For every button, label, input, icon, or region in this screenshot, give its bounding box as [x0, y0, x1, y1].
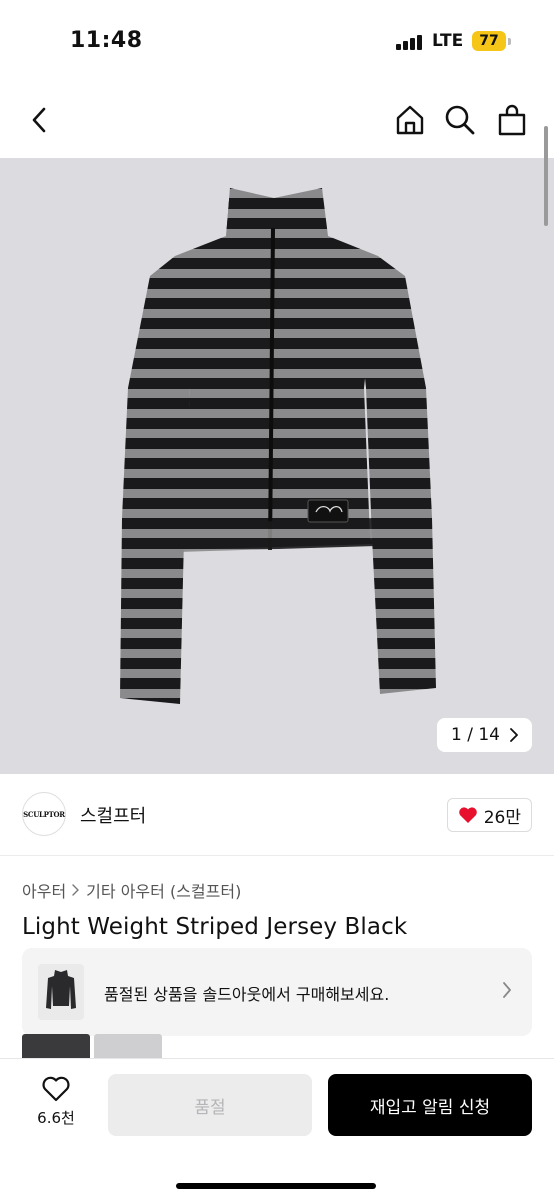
chevron-right-icon — [72, 884, 79, 896]
product-image-gallery[interactable]: 1 / 14 — [0, 158, 554, 774]
shopping-bag-icon — [498, 104, 526, 136]
battery-tip — [508, 38, 511, 45]
network-label: LTE — [432, 31, 464, 51]
brand-like-button[interactable]: 26만 — [446, 798, 532, 832]
status-time: 11:48 — [70, 28, 143, 53]
chevron-right-icon — [510, 728, 518, 742]
search-button[interactable] — [440, 100, 480, 140]
brand-like-count: 26만 — [483, 807, 521, 828]
soldout-banner[interactable]: 품절된 상품을 솔드아웃에서 구매해보세요. — [22, 948, 532, 1036]
wishlist-count: 6.6천 — [37, 1109, 75, 1127]
breadcrumb-item-category[interactable]: 아우터 — [22, 878, 66, 902]
chevron-left-icon — [32, 107, 46, 133]
home-button[interactable] — [390, 100, 430, 140]
scrollbar[interactable] — [544, 126, 548, 226]
status-bar: 11:48 LTE 77 — [0, 0, 554, 84]
thumbnail-black[interactable] — [22, 1034, 90, 1058]
soldout-button: 품절 — [108, 1074, 312, 1136]
cart-button[interactable] — [492, 100, 532, 140]
brand-name[interactable]: 스컬프터 — [80, 802, 146, 828]
back-button[interactable] — [20, 100, 60, 140]
color-thumbnails — [22, 1034, 162, 1058]
home-indicator — [176, 1183, 376, 1189]
product-title: Light Weight Striped Jersey Black — [22, 914, 408, 940]
wishlist-button[interactable]: 6.6천 — [22, 1075, 90, 1137]
chevron-right-icon — [503, 982, 511, 998]
home-icon — [396, 105, 424, 135]
banner-thumbnail — [38, 964, 84, 1020]
battery-icon: 77 — [472, 31, 506, 51]
top-navigation — [0, 84, 554, 158]
heart-outline-icon — [42, 1076, 70, 1102]
brand-logo-text: SCULPTOR — [23, 809, 65, 819]
brand-row[interactable]: SCULPTOR 스컬프터 26만 — [0, 774, 554, 856]
breadcrumb: 아우터 기타 아우터 (스컬프터) — [22, 878, 241, 902]
image-counter[interactable]: 1 / 14 — [437, 718, 532, 752]
search-icon — [445, 105, 475, 135]
restock-alert-button[interactable]: 재입고 알림 신청 — [328, 1074, 532, 1136]
bottom-action-bar: 6.6천 품절 재입고 알림 신청 — [0, 1058, 554, 1200]
soldout-banner-text: 품절된 상품을 솔드아웃에서 구매해보세요. — [104, 985, 390, 1004]
heart-icon — [458, 807, 477, 823]
breadcrumb-item-subcategory[interactable]: 기타 아우터 (스컬프터) — [86, 878, 241, 902]
product-image — [120, 188, 436, 704]
brand-logo[interactable]: SCULPTOR — [22, 792, 66, 836]
signal-icon — [396, 34, 424, 50]
image-counter-text: 1 / 14 — [451, 725, 500, 745]
thumbnail-gray[interactable] — [94, 1034, 162, 1058]
